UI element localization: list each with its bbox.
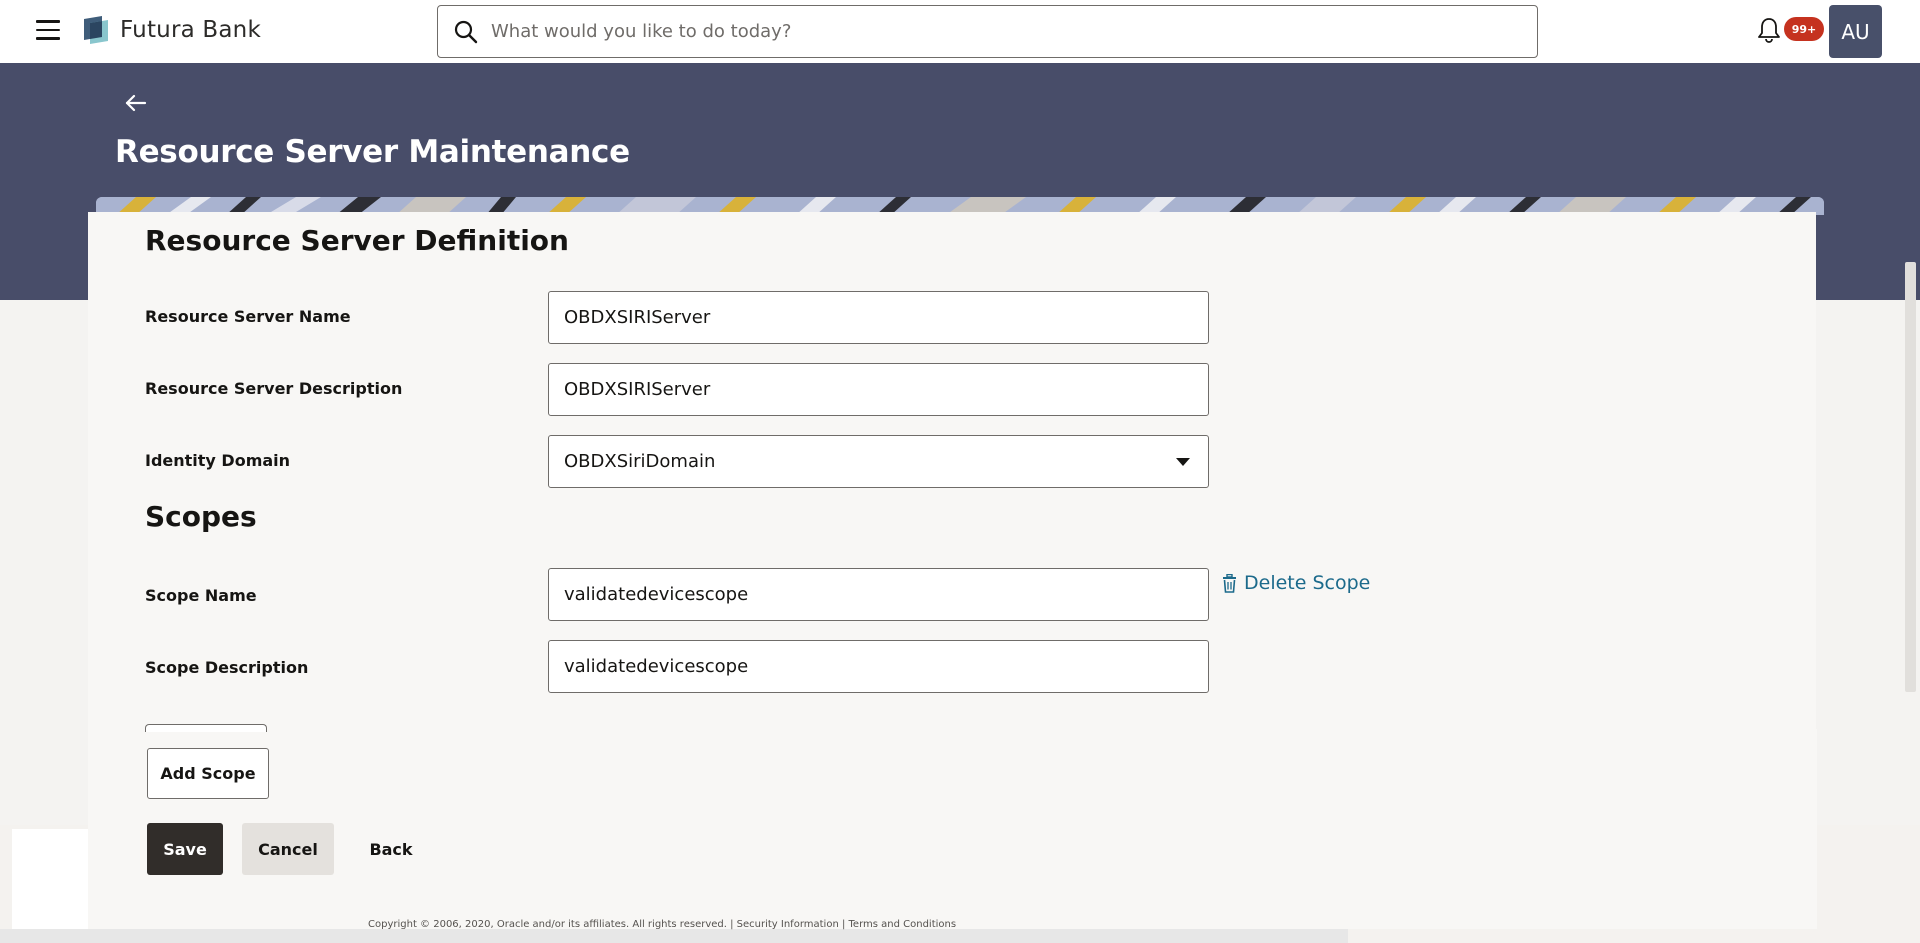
user-avatar[interactable]: AU [1829, 5, 1882, 58]
scope-description-input[interactable] [548, 640, 1209, 693]
scrollbar[interactable] [1905, 262, 1916, 692]
page-title: Resource Server Maintenance [115, 134, 630, 170]
identity-domain-label: Identity Domain [145, 451, 291, 470]
search-bar[interactable] [437, 5, 1538, 58]
search-input[interactable] [491, 21, 1491, 42]
brand[interactable]: Futura Bank [82, 14, 261, 46]
top-header: Futura Bank 99+ AU [0, 0, 1920, 63]
footer-bar [0, 929, 1348, 943]
back-button[interactable]: Back [357, 823, 425, 875]
add-scope-button[interactable]: Add Scope [147, 748, 269, 799]
scope-name-label: Scope Name [145, 586, 257, 605]
scopes-section-title: Scopes [145, 500, 257, 533]
footer-left-panel [12, 829, 88, 929]
resource-server-description-input[interactable] [548, 363, 1209, 416]
resource-server-description-label: Resource Server Description [145, 379, 403, 398]
brand-name: Futura Bank [120, 17, 261, 43]
notification-count-badge: 99+ [1784, 17, 1824, 41]
notification-bell-icon[interactable] [1757, 17, 1781, 44]
action-panel [88, 729, 1817, 929]
chevron-down-icon [1176, 458, 1190, 466]
resource-server-name-input[interactable] [548, 291, 1209, 344]
back-arrow-icon[interactable] [124, 91, 148, 115]
identity-domain-value: OBDXSiriDomain [564, 451, 716, 472]
resource-server-name-label: Resource Server Name [145, 307, 351, 326]
partial-field-edge [145, 724, 267, 732]
hamburger-menu-icon[interactable] [36, 20, 60, 40]
delete-scope-link[interactable]: Delete Scope [1221, 572, 1370, 594]
footer-copyright: Copyright © 2006, 2020, Oracle and/or it… [368, 919, 957, 930]
delete-scope-label: Delete Scope [1244, 572, 1371, 594]
cancel-button[interactable]: Cancel [242, 823, 334, 875]
save-button[interactable]: Save [147, 823, 223, 875]
definition-section-title: Resource Server Definition [145, 224, 569, 257]
identity-domain-select[interactable]: OBDXSiriDomain [548, 435, 1209, 488]
trash-icon [1223, 573, 1236, 593]
bank-logo-icon [84, 16, 108, 44]
scope-description-label: Scope Description [145, 658, 309, 677]
search-icon [454, 20, 478, 43]
scope-name-input[interactable] [548, 568, 1209, 621]
